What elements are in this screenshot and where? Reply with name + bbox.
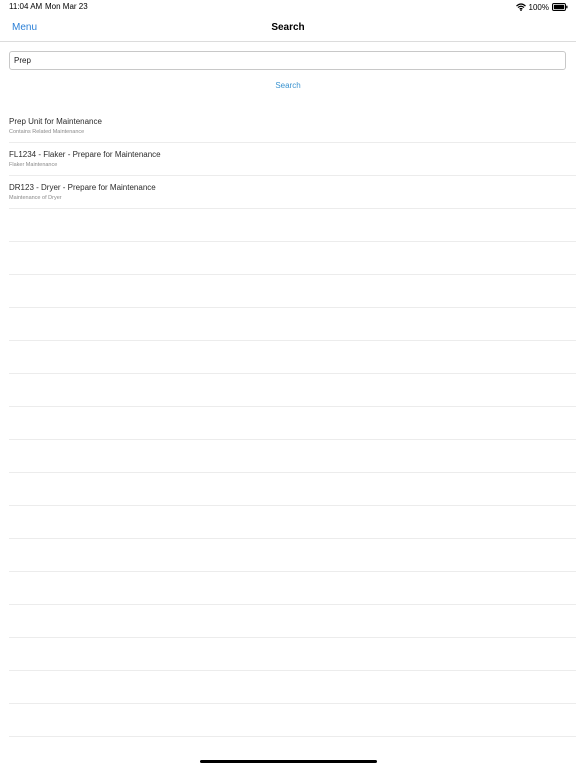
list-item[interactable]: Prep Unit for Maintenance Contains Relat… xyxy=(9,110,576,143)
navigation-bar: Menu Search xyxy=(0,14,576,42)
empty-row xyxy=(9,539,576,572)
empty-row xyxy=(9,275,576,308)
empty-row xyxy=(9,308,576,341)
status-indicators: 100% xyxy=(515,2,568,12)
list-item[interactable]: FL1234 - Flaker - Prepare for Maintenanc… xyxy=(9,143,576,176)
search-button[interactable]: Search xyxy=(0,81,576,90)
empty-row xyxy=(9,704,576,737)
empty-row xyxy=(9,638,576,671)
empty-row xyxy=(9,506,576,539)
list-item[interactable]: DR123 - Dryer - Prepare for Maintenance … xyxy=(9,176,576,209)
battery-percentage: 100% xyxy=(528,2,549,12)
empty-row xyxy=(9,407,576,440)
status-time: 11:04 AM xyxy=(9,2,43,11)
empty-row xyxy=(9,473,576,506)
page-title: Search xyxy=(271,22,305,33)
list-item-title: Prep Unit for Maintenance xyxy=(9,117,102,126)
empty-row xyxy=(9,440,576,473)
empty-row xyxy=(9,209,576,242)
list-item-title: DR123 - Dryer - Prepare for Maintenance xyxy=(9,183,156,192)
home-indicator[interactable] xyxy=(200,760,377,763)
empty-row xyxy=(9,341,576,374)
results-list: Prep Unit for Maintenance Contains Relat… xyxy=(0,110,576,209)
empty-row xyxy=(9,374,576,407)
status-bar: 11:04 AM Mon Mar 23 100% xyxy=(0,0,576,14)
empty-row xyxy=(9,572,576,605)
empty-row xyxy=(9,242,576,275)
list-item-title: FL1234 - Flaker - Prepare for Maintenanc… xyxy=(9,150,161,159)
list-item-subtitle: Maintenance of Dryer xyxy=(9,195,62,201)
empty-row xyxy=(9,671,576,704)
list-item-subtitle: Flaker Maintenance xyxy=(9,162,58,168)
empty-row xyxy=(9,605,576,638)
empty-table-rows xyxy=(9,209,576,737)
list-item-subtitle: Contains Related Maintenance xyxy=(9,129,85,135)
search-input[interactable] xyxy=(9,51,566,70)
status-date: Mon Mar 23 xyxy=(45,2,88,11)
